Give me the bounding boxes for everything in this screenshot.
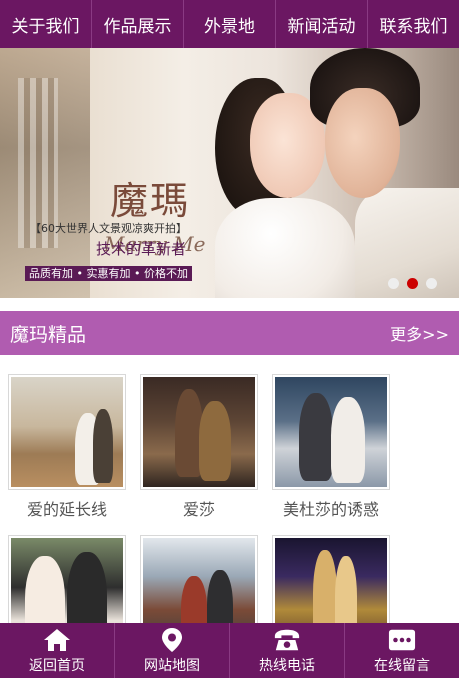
product-caption[interactable]: 爱的延长线 xyxy=(8,496,126,520)
carousel-dots xyxy=(388,278,437,289)
bottom-nav: 返回首页 网站地图 热线电话 在线留言 xyxy=(0,623,459,678)
bottom-nav-label: 热线电话 xyxy=(259,657,315,674)
bottom-nav-sitemap[interactable]: 网站地图 xyxy=(115,623,230,678)
section-title: 魔玛精品 xyxy=(10,323,87,346)
bottom-nav-home[interactable]: 返回首页 xyxy=(0,623,115,678)
phone-icon xyxy=(273,627,301,653)
product-thumbnail[interactable] xyxy=(8,374,126,490)
banner-tagline: 技术的革新者 xyxy=(96,240,187,258)
bottom-nav-message[interactable]: 在线留言 xyxy=(345,623,459,678)
banner-logo: 魔瑪 xyxy=(110,179,191,223)
product-thumbnail[interactable] xyxy=(272,374,390,490)
section-header: 魔玛精品 更多>> xyxy=(0,311,459,355)
nav-portfolio[interactable]: 作品展示 xyxy=(92,0,184,48)
map-pin-icon xyxy=(158,627,186,653)
carousel-dot-1[interactable] xyxy=(388,278,399,289)
bottom-nav-label: 网站地图 xyxy=(144,657,200,674)
banner-promo: 【60大世界人文景观凉爽开拍】 xyxy=(30,222,187,235)
message-icon xyxy=(388,627,416,653)
product-caption[interactable]: 美杜莎的诱惑 xyxy=(272,496,390,520)
nav-about-us[interactable]: 关于我们 xyxy=(0,0,92,48)
banner-couple-photo xyxy=(215,48,459,298)
product-card[interactable]: 美杜莎的诱惑 xyxy=(272,374,390,520)
nav-news[interactable]: 新闻活动 xyxy=(276,0,368,48)
more-link[interactable]: 更多>> xyxy=(390,321,449,345)
bottom-nav-label: 在线留言 xyxy=(374,657,430,674)
home-icon xyxy=(43,627,71,653)
carousel-dot-3[interactable] xyxy=(426,278,437,289)
carousel-dot-2[interactable] xyxy=(407,278,418,289)
nav-contact[interactable]: 联系我们 xyxy=(368,0,459,48)
product-caption[interactable]: 爱莎 xyxy=(140,496,258,520)
product-thumbnail[interactable] xyxy=(140,374,258,490)
top-nav: 关于我们 作品展示 外景地 新闻活动 联系我们 xyxy=(0,0,459,48)
product-card[interactable]: 爱的延长线 xyxy=(8,374,126,520)
bottom-nav-hotline[interactable]: 热线电话 xyxy=(230,623,345,678)
hero-banner[interactable]: 魔瑪 Marry Me 【60大世界人文景观凉爽开拍】 技术的革新者 品质有加 … xyxy=(0,48,459,298)
nav-locations[interactable]: 外景地 xyxy=(184,0,276,48)
product-card[interactable]: 爱莎 xyxy=(140,374,258,520)
banner-badges: 品质有加 • 实惠有加 • 价格不加 xyxy=(25,266,192,281)
bottom-nav-label: 返回首页 xyxy=(29,657,85,674)
